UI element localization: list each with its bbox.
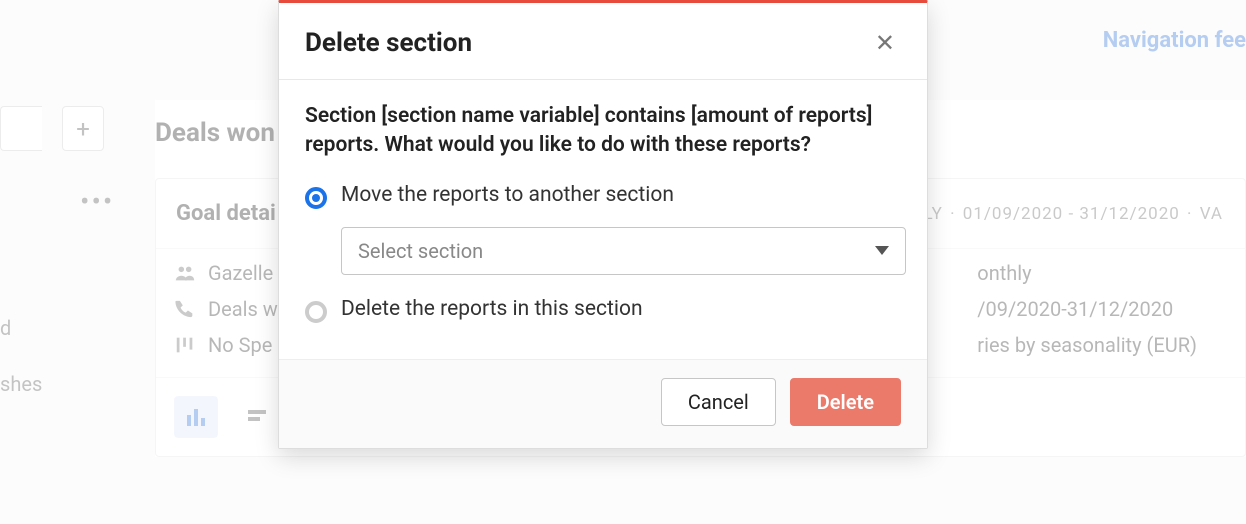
cancel-button[interactable]: Cancel xyxy=(661,378,776,426)
modal-header: Delete section ✕ xyxy=(279,3,927,80)
radio-delete[interactable] xyxy=(305,301,327,323)
close-icon[interactable]: ✕ xyxy=(869,25,901,61)
option-label: Move the reports to another section xyxy=(341,183,674,207)
modal-container: Delete section ✕ Section [section name v… xyxy=(0,0,1246,524)
modal-title: Delete section xyxy=(305,28,472,58)
delete-button[interactable]: Delete xyxy=(790,378,901,426)
option-move-reports[interactable]: Move the reports to another section xyxy=(305,183,901,209)
modal-message: Section [section name variable] contains… xyxy=(305,102,901,161)
radio-move[interactable] xyxy=(305,187,327,209)
option-delete-reports[interactable]: Delete the reports in this section xyxy=(305,297,901,323)
select-placeholder: Select section xyxy=(358,239,483,263)
delete-section-modal: Delete section ✕ Section [section name v… xyxy=(278,0,928,449)
modal-footer: Cancel Delete xyxy=(279,359,927,448)
chevron-down-icon xyxy=(875,246,889,255)
section-select[interactable]: Select section xyxy=(341,227,906,275)
modal-body: Section [section name variable] contains… xyxy=(279,80,927,359)
option-label: Delete the reports in this section xyxy=(341,297,643,321)
